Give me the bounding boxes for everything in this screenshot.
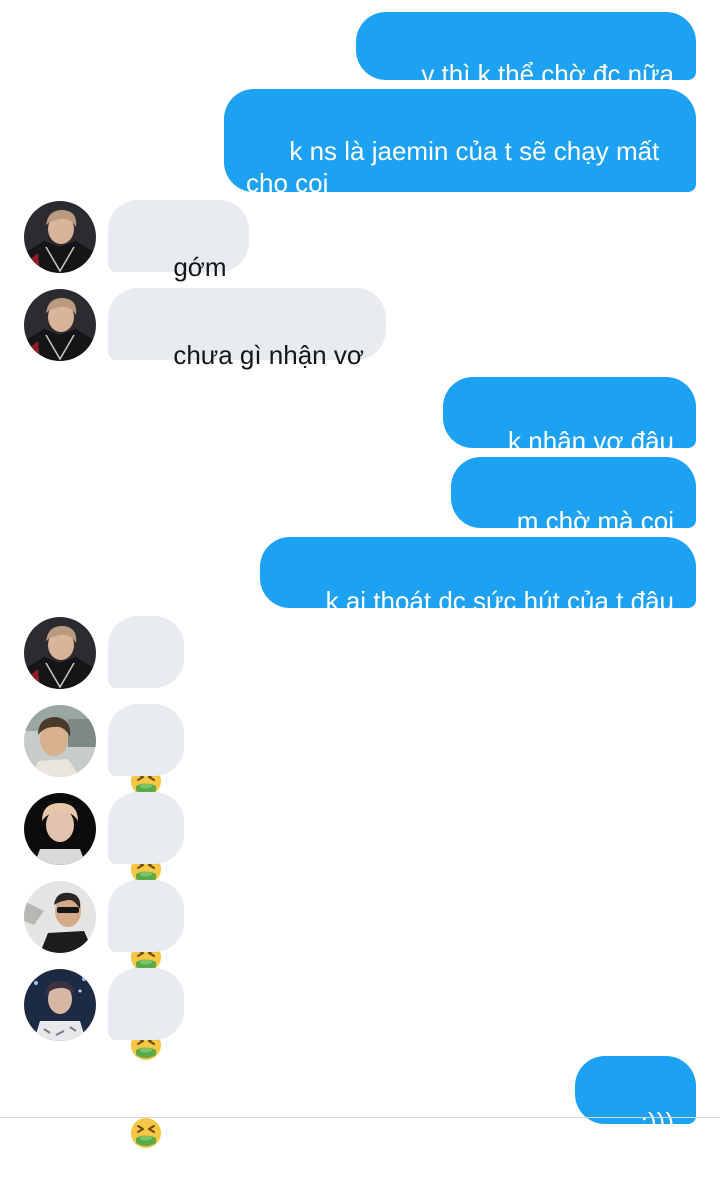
message-row-incoming — [0, 880, 720, 1061]
message-row-incoming: gớm — [0, 200, 720, 282]
outgoing-message-bubble[interactable]: k ns là jaemin của t sẽ chạy mất cho coi — [224, 89, 696, 198]
incoming-message-bubble[interactable] — [108, 880, 184, 1061]
message-text: :))) — [640, 1107, 674, 1137]
outgoing-message-bubble[interactable]: :))) — [575, 1056, 696, 1137]
message-row-outgoing: k ai thoát dc sức hút của t đâu — [0, 537, 720, 616]
message-text: m chờ mà coi — [516, 506, 674, 536]
message-row-incoming — [0, 704, 720, 885]
incoming-message-bubble[interactable]: chưa gì nhận vơ — [108, 288, 386, 370]
composer-divider — [0, 1117, 720, 1118]
message-row-outgoing: :))) — [0, 1056, 720, 1137]
outgoing-message-bubble[interactable]: m chờ mà coi — [451, 457, 696, 536]
message-row-outgoing: k nhận vơ đâu — [0, 377, 720, 456]
outgoing-message-bubble[interactable]: v thì k thể chờ đc nữa — [355, 12, 696, 89]
avatar-red-jacket[interactable] — [24, 201, 96, 273]
message-row-incoming — [0, 968, 720, 1149]
message-text: chưa gì nhận vơ — [173, 340, 364, 370]
message-row-outgoing: v thì k thể chờ đc nữa — [0, 12, 720, 89]
incoming-message-bubble[interactable]: gớm — [108, 200, 249, 282]
avatar-sunglasses[interactable] — [24, 881, 96, 953]
incoming-message-bubble[interactable] — [108, 616, 184, 797]
avatar-light-hair[interactable] — [24, 793, 96, 865]
incoming-message-bubble[interactable] — [108, 968, 184, 1149]
message-text: k ai thoát dc sức hút của t đâu — [325, 586, 674, 616]
outgoing-message-bubble[interactable]: k ai thoát dc sức hút của t đâu — [260, 537, 696, 616]
message-text: gớm — [173, 252, 227, 282]
message-row-incoming: chưa gì nhận vơ — [0, 288, 720, 370]
message-text: v thì k thể chờ đc nữa — [421, 59, 674, 89]
avatar-outdoor[interactable] — [24, 705, 96, 777]
avatar-red-jacket[interactable] — [24, 617, 96, 689]
message-text: k ns là jaemin của t sẽ chạy mất cho coi — [246, 136, 660, 198]
message-row-outgoing: m chờ mà coi — [0, 457, 720, 536]
outgoing-message-bubble[interactable]: k nhận vơ đâu — [442, 377, 696, 456]
incoming-message-bubble[interactable] — [108, 704, 184, 885]
message-row-incoming — [0, 616, 720, 797]
incoming-message-bubble[interactable] — [108, 792, 184, 973]
chat-thread: v thì k thể chờ đc nữa k ns là jaemin củ… — [0, 0, 720, 1149]
avatar-night[interactable] — [24, 969, 96, 1041]
avatar-red-jacket[interactable] — [24, 289, 96, 361]
message-row-incoming — [0, 792, 720, 973]
message-row-outgoing: k ns là jaemin của t sẽ chạy mất cho coi — [0, 89, 720, 198]
message-text: k nhận vơ đâu — [508, 426, 674, 456]
